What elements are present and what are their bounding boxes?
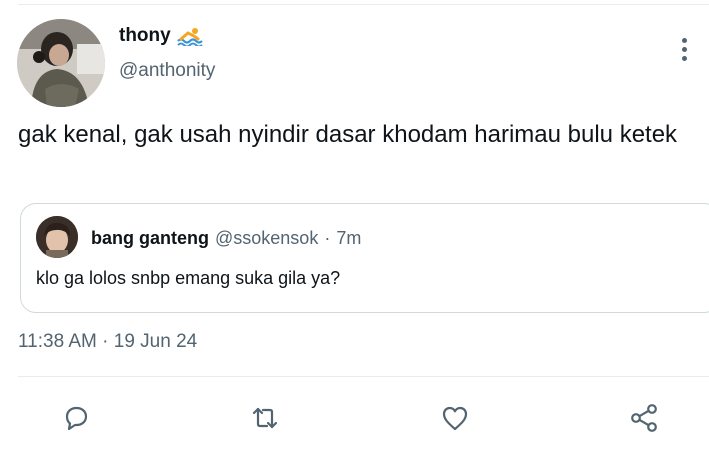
quoted-separator: · <box>324 228 331 248</box>
quoted-tweet-text: klo ga lolos snbp emang suka gila ya? <box>36 268 341 288</box>
avatar-photo <box>36 216 78 258</box>
quoted-time: 7m <box>336 228 362 248</box>
author-display-name[interactable]: thony <box>119 25 203 48</box>
author-avatar[interactable] <box>17 19 105 107</box>
heart-icon <box>442 406 468 431</box>
retweet-icon <box>252 407 278 429</box>
quoted-author-handle: @ssokensok <box>215 228 319 248</box>
quoted-author-avatar <box>36 216 78 258</box>
vertical-ellipsis-icon <box>681 37 687 43</box>
top-divider <box>18 4 709 5</box>
speech-bubble-icon <box>65 406 88 431</box>
like-button[interactable] <box>437 400 473 436</box>
more-options-button[interactable] <box>670 34 698 64</box>
share-button[interactable] <box>626 400 662 436</box>
author-handle[interactable]: @anthonity <box>119 60 215 82</box>
swimmer-icon <box>176 26 203 48</box>
author-name-text: thony <box>119 25 171 46</box>
share-icon <box>631 404 657 432</box>
bottom-divider <box>18 376 709 377</box>
reply-button[interactable] <box>58 400 94 436</box>
retweet-button[interactable] <box>247 400 283 436</box>
quoted-tweet-header: bang ganteng @ssokensok · 7m <box>91 228 361 249</box>
quoted-author-name: bang ganteng <box>91 228 209 248</box>
tweet-timestamp[interactable]: 11:38 AM · 19 Jun 24 <box>18 331 197 353</box>
avatar-photo <box>17 19 105 107</box>
tweet-text: gak kenal, gak usah nyindir dasar khodam… <box>18 121 678 148</box>
quoted-tweet-card[interactable]: bang ganteng @ssokensok · 7m klo ga lolo… <box>20 203 709 313</box>
